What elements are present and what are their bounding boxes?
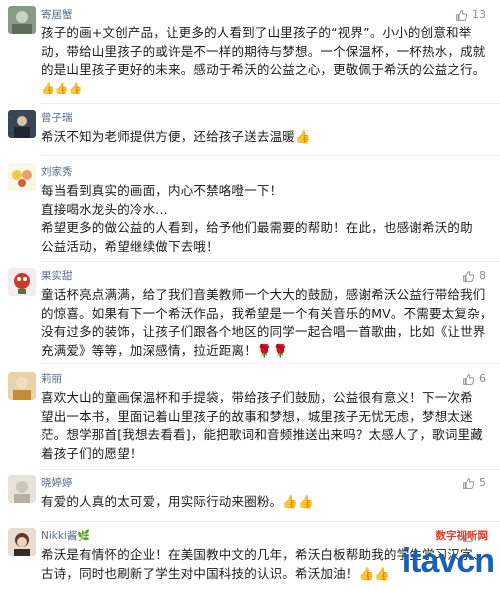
comment-author[interactable]: Nikki酱🌿	[41, 529, 90, 543]
avatar[interactable]	[8, 475, 36, 503]
comment-body: 希沃不知为老师提供方便，还给孩子送去温暖👍	[41, 128, 488, 147]
comment-line: 每当看到真实的画面，内心不禁咯噔一下！	[41, 183, 283, 198]
comment-line: 有爱的人真的太可爱，用实际行动来圈粉。👍👍	[41, 494, 314, 509]
comment-line: 充满爱》等等，加深感情，拉近距离！🌹🌹	[41, 342, 289, 358]
like-count: 8	[479, 269, 486, 282]
like-count: 6	[479, 372, 486, 385]
comment-line: 希沃是有情怀的企业！在美国教中文的几年，希沃白板帮助我的学生学习汉字、	[41, 547, 486, 562]
comment-author[interactable]: 曾子瑞	[41, 111, 73, 125]
comment-item: Nikki酱🌿 5 希沃是有情怀的企业！在美国教中文的几年，希沃白板帮助我的学生…	[0, 522, 500, 590]
comment-author[interactable]: 莉丽	[41, 372, 62, 386]
comment-body: 喜欢大山的童画保温杯和手提袋，带给孩子们鼓励，公益很有意义！下一次希 望出一本书…	[41, 389, 488, 463]
comment-line: 喜欢大山的童画保温杯和手提袋，带给孩子们鼓励，公益很有意义！下一次希	[41, 390, 473, 405]
comment-author[interactable]: 晓婷婷	[41, 476, 73, 490]
thumb-up-icon	[462, 270, 475, 283]
comment-item: 刘家秀 每当看到真实的画面，内心不禁咯噔一下！ 直接喝水龙头的冷水... 希望更…	[0, 156, 500, 260]
comment-line: 公益活动，希望继续做下去哦！	[41, 238, 219, 254]
comment-author[interactable]: 果实甜	[41, 269, 73, 283]
comment-body: 孩子的画+文创产品，让更多的人看到了山里孩子的“视界”。小小的创意和举 动，带给…	[41, 24, 488, 98]
thumb-up-icon	[462, 530, 475, 543]
thumb-up-icon	[455, 9, 468, 22]
comment-item: 寄居蟹 13 孩子的画+文创产品，让更多的人看到了山里孩子的“视界”。小小的创意…	[0, 0, 500, 102]
like-button[interactable]: 6	[462, 372, 486, 386]
comment-body: 有爱的人真的太可爱，用实际行动来圈粉。👍👍	[41, 493, 488, 512]
avatar[interactable]	[8, 528, 36, 556]
like-count: 13	[472, 8, 486, 21]
avatar[interactable]	[8, 268, 36, 296]
avatar[interactable]	[8, 372, 36, 400]
comment-line: 古诗，同时也刷新了学生对中国科技的认识。希沃加油！👍👍	[41, 565, 391, 581]
comment-line: 希沃不知为老师提供方便，还给孩子送去温暖👍	[41, 129, 311, 144]
like-button[interactable]: 5	[462, 529, 486, 543]
comment-item: 莉丽 6 喜欢大山的童画保温杯和手提袋，带给孩子们鼓励，公益很有意义！下一次希 …	[0, 364, 500, 468]
comment-line: 孩子的画+文创产品，让更多的人看到了山里孩子的“视界”。小小的创意和举	[41, 25, 472, 40]
comment-item: 晓婷婷 5 有爱的人真的太可爱，用实际行动来圈粉。👍👍	[0, 470, 500, 520]
avatar[interactable]	[8, 163, 36, 191]
comment-body: 童话杯亮点满满，给了我们音美教师一个大大的鼓励，感谢希沃公益行带给我们 的惊喜。…	[41, 286, 488, 360]
comment-body: 希沃是有情怀的企业！在美国教中文的几年，希沃白板帮助我的学生学习汉字、 古诗，同…	[41, 546, 488, 583]
avatar[interactable]	[8, 6, 36, 34]
comment-author[interactable]: 刘家秀	[41, 165, 73, 179]
comment-author[interactable]: 寄居蟹	[41, 8, 73, 22]
comment-line: 望出一本书，里面记着山里孩子的故事和梦想，城里孩子无忧无虑，梦想太迷	[41, 408, 473, 424]
like-button[interactable]: 8	[462, 269, 486, 283]
comment-line: 直接喝水龙头的冷水...	[41, 201, 168, 217]
thumb-up-icon	[462, 477, 475, 490]
comment-line: 童话杯亮点满满，给了我们音美教师一个大大的鼓励，感谢希沃公益行带给我们	[41, 287, 486, 302]
comment-line: 希望更多的做公益的人看到，给予他们最需要的帮助！在此，也感谢希沃的助	[41, 220, 473, 236]
like-button[interactable]: 13	[455, 8, 486, 22]
comment-line: 茫。想学那首[我想去看看]，能把歌词和音频推送出来吗？太感人了，歌词里藏	[41, 427, 483, 443]
comment-item: 曾子瑞 希沃不知为老师提供方便，还给孩子送去温暖👍	[0, 104, 500, 154]
comment-line: 着孩子们的愿望！	[41, 445, 143, 461]
comment-item: 果实甜 8 童话杯亮点满满，给了我们音美教师一个大大的鼓励，感谢希沃公益行带给我…	[0, 262, 500, 362]
comment-line: 的是山里孩子更好的未来。感动于希沃的公益之心，更敬佩于希沃的公益之行。	[41, 62, 486, 78]
like-button[interactable]: 5	[462, 476, 486, 490]
thumbs-up-emoji: 👍👍👍	[41, 82, 83, 96]
like-count: 5	[479, 476, 486, 489]
comment-body: 每当看到真实的画面，内心不禁咯噔一下！ 直接喝水龙头的冷水... 希望更多的做公…	[41, 182, 488, 256]
like-count: 5	[479, 529, 486, 542]
comment-line: 没有过多的装饰，让孩子们跟各个地区的同学一起合唱一首歌曲，比如《让世界	[41, 324, 486, 340]
comment-line: 动，带给山里孩子的或许是不一样的期待与梦想。一个保温杯，一杯热水，成就	[41, 43, 486, 59]
avatar[interactable]	[8, 110, 36, 138]
comment-line: 的惊喜。如果有下一个希沃作品，我希望是一个有关音乐的MV。不需要太复杂，	[41, 305, 488, 321]
thumb-up-icon	[462, 373, 475, 386]
